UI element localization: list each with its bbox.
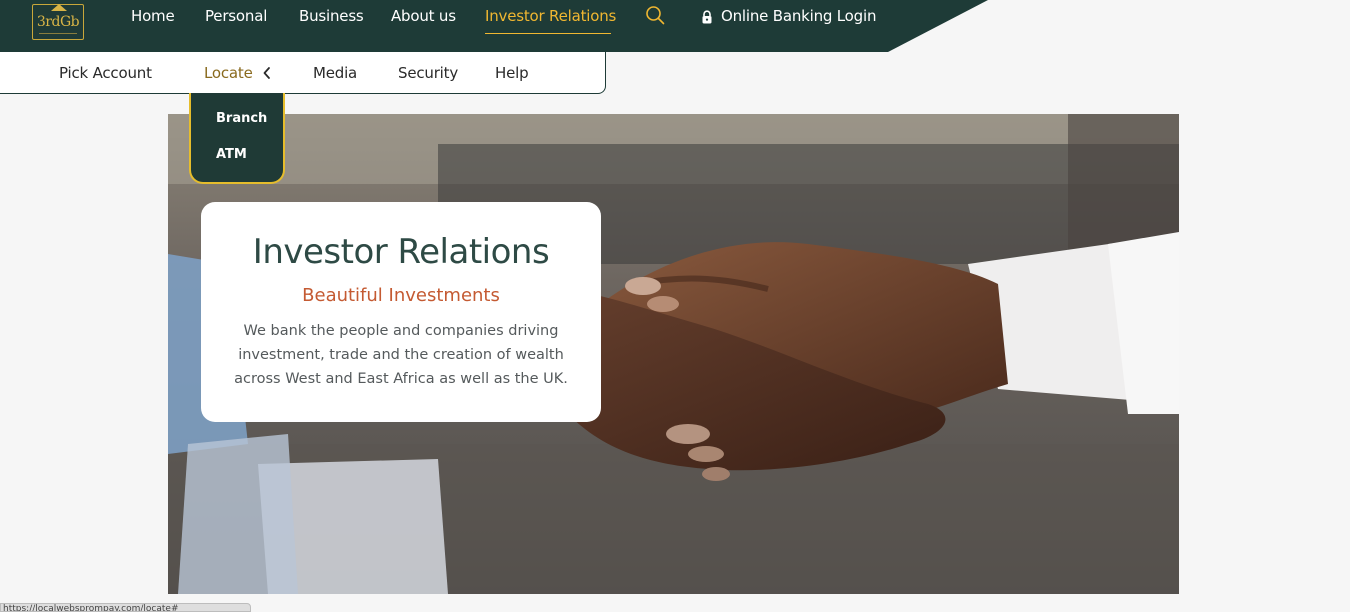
- top-navigation-bar: 3rdGb Home Personal Business About us In…: [0, 0, 1350, 52]
- hero-info-card: Investor Relations Beautiful Investments…: [201, 202, 601, 422]
- active-nav-underline: [485, 33, 611, 34]
- online-banking-login-link[interactable]: Online Banking Login: [721, 7, 876, 25]
- subnav-pick-account[interactable]: Pick Account: [59, 64, 152, 82]
- nav-business[interactable]: Business: [299, 7, 364, 25]
- hero-subtitle: Beautiful Investments: [302, 285, 500, 306]
- subnav-security[interactable]: Security: [398, 64, 458, 82]
- hero-title: Investor Relations: [252, 232, 550, 272]
- dropdown-item-atm[interactable]: ATM: [216, 147, 247, 162]
- nav-home[interactable]: Home: [131, 7, 175, 25]
- subnav-media[interactable]: Media: [313, 64, 357, 82]
- browser-status-url: https://localwebsprompay.com/locate#: [0, 603, 251, 612]
- chevron-left-icon[interactable]: [262, 66, 272, 80]
- nav-personal[interactable]: Personal: [205, 7, 267, 25]
- logo-peak-icon: [51, 4, 67, 11]
- bank-logo[interactable]: 3rdGb: [32, 4, 84, 40]
- subnav-locate[interactable]: Locate: [204, 64, 253, 82]
- logo-divider: [39, 33, 77, 34]
- subnav-help[interactable]: Help: [495, 64, 529, 82]
- nav-investor-relations[interactable]: Investor Relations: [485, 7, 616, 25]
- lock-icon: [702, 10, 712, 24]
- locate-dropdown-menu: Branch ATM: [189, 93, 285, 184]
- top-bar-background: [0, 0, 988, 52]
- logo-text: 3rdGb: [36, 14, 80, 30]
- search-icon[interactable]: [645, 5, 665, 25]
- dropdown-item-branch[interactable]: Branch: [216, 111, 267, 126]
- nav-about-us[interactable]: About us: [391, 7, 456, 25]
- hero-description: We bank the people and companies driving…: [234, 323, 568, 387]
